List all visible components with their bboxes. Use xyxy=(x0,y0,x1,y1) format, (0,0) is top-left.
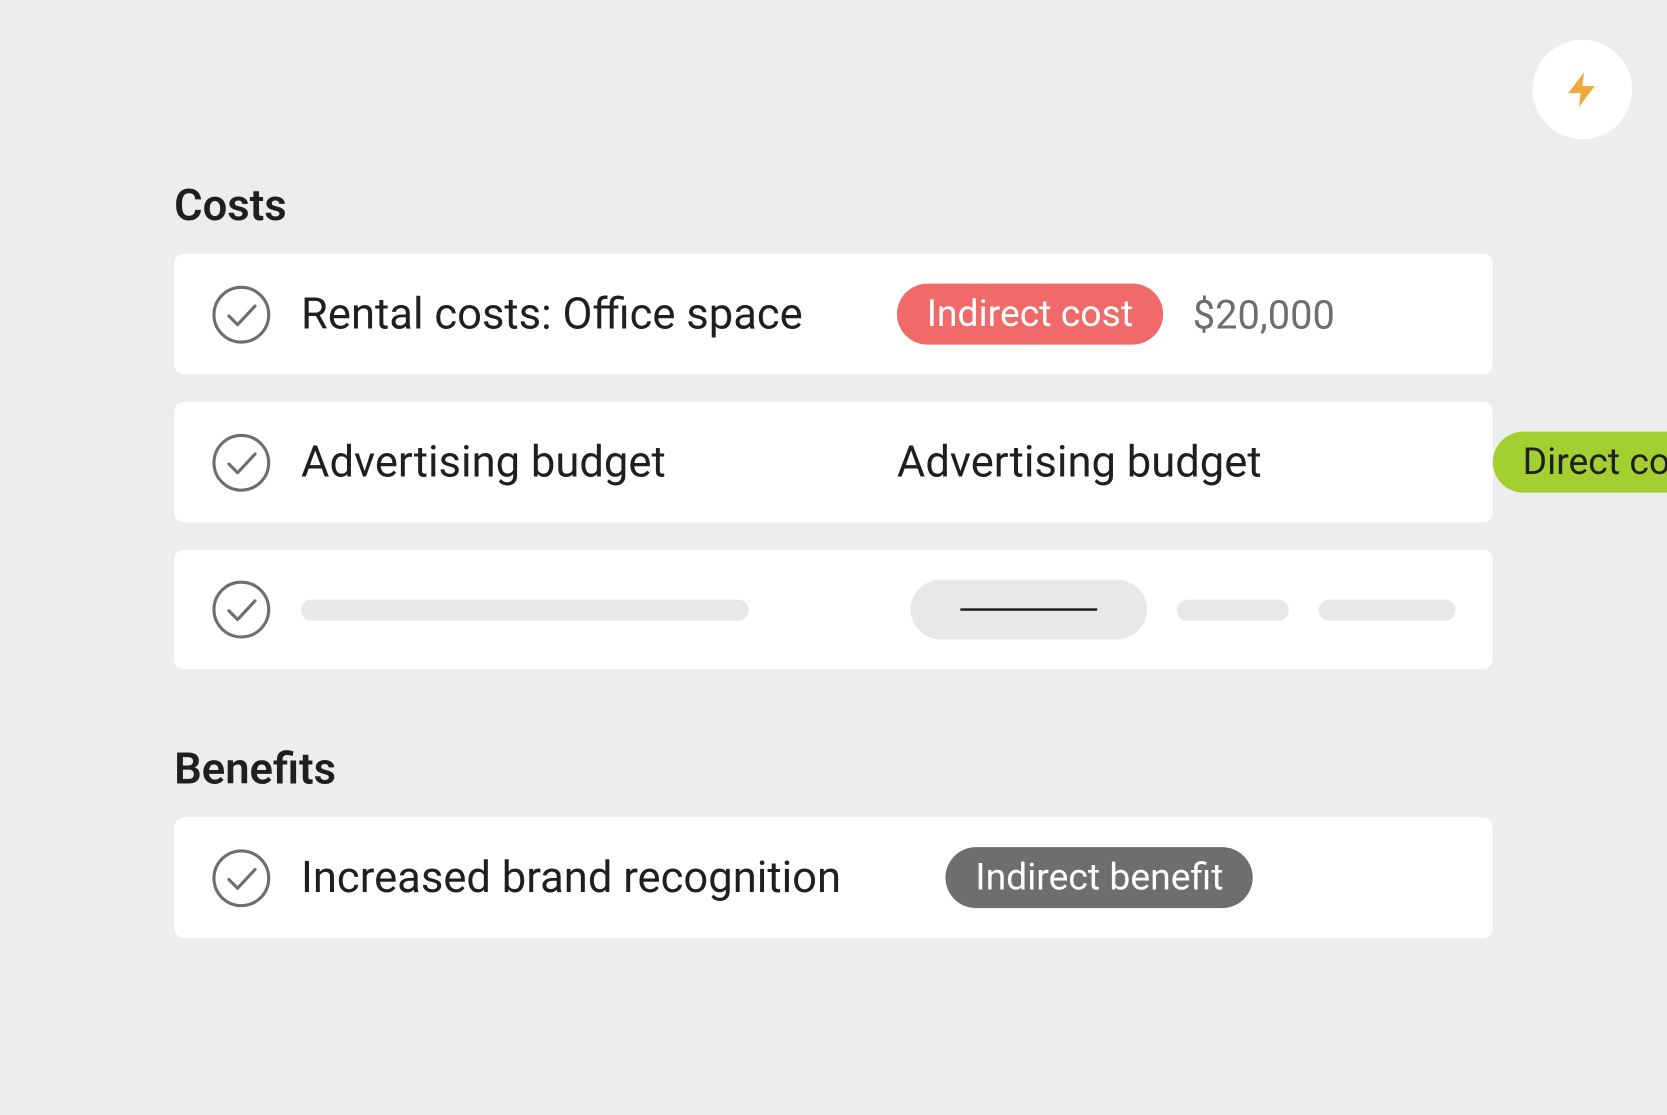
placeholder-amount xyxy=(1177,599,1289,620)
cost-item-label: Rental costs: Office space xyxy=(301,289,867,340)
cost-item-label: Advertising budget xyxy=(301,437,867,488)
check-circle-icon[interactable] xyxy=(211,284,271,344)
lightning-icon xyxy=(1561,68,1603,110)
text-cursor xyxy=(960,608,1097,610)
placeholder-field xyxy=(1319,599,1456,620)
benefit-item-row[interactable]: Increased brand recognition Indirect ben… xyxy=(174,817,1493,938)
benefit-item-label: Increased brand recognition xyxy=(301,852,841,903)
costs-section-title: Costs xyxy=(174,180,1493,231)
cost-type-tag[interactable]: Indirect cost xyxy=(897,284,1163,345)
benefit-type-tag[interactable]: Indirect benefit xyxy=(946,847,1254,908)
new-cost-item-row[interactable] xyxy=(174,550,1493,669)
check-circle-icon[interactable] xyxy=(211,580,271,640)
cost-type-tag[interactable]: Direct cost xyxy=(1493,432,1667,493)
check-circle-icon[interactable] xyxy=(211,432,271,492)
cost-amount: $20,000 xyxy=(1193,290,1367,337)
benefits-section-title: Benefits xyxy=(174,744,1493,795)
tag-input[interactable] xyxy=(911,580,1147,640)
check-circle-icon[interactable] xyxy=(211,848,271,908)
cost-item-row[interactable]: Rental costs: Office space Indirect cost… xyxy=(174,254,1493,375)
cost-item-label: Advertising budget xyxy=(897,437,1463,488)
lightning-button[interactable] xyxy=(1533,40,1633,140)
placeholder-label xyxy=(301,599,749,620)
main-content: Costs Rental costs: Office space Indirec… xyxy=(0,0,1667,938)
cost-item-row[interactable]: Advertising budget Advertising budget Di… xyxy=(174,402,1493,523)
